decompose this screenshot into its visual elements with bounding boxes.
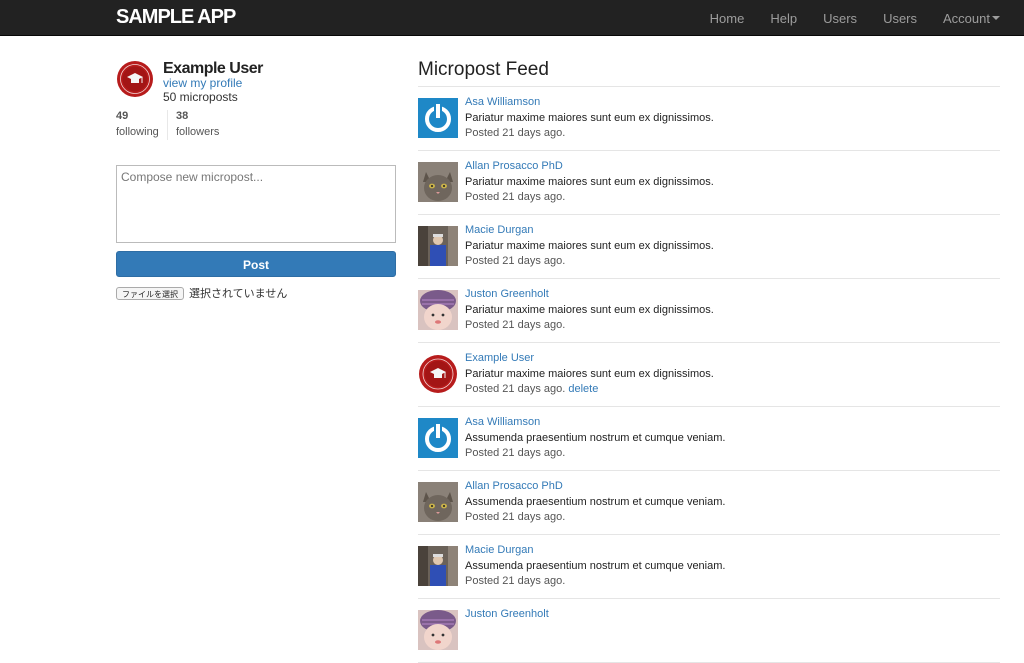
user-info: Example User view my profile 50 micropos…: [116, 60, 396, 110]
rails-badge-icon[interactable]: [418, 354, 458, 394]
file-picker: ファイルを選択 選択されていません: [116, 285, 287, 301]
file-status: 選択されていません: [189, 288, 288, 300]
post-timestamp-text: Posted 21 days ago.: [465, 575, 566, 587]
avatar[interactable]: [418, 546, 458, 586]
feed-item: Example User Pariatur maxime maiores sunt…: [418, 343, 1000, 407]
post-timestamp-text: Posted 21 days ago.: [465, 447, 566, 459]
post-timestamp-text: Posted 21 days ago.: [465, 319, 566, 331]
nav-account-label: Account: [943, 10, 990, 26]
avatar[interactable]: [418, 482, 458, 522]
avatar[interactable]: [418, 226, 458, 266]
post-timestamp: Posted 21 days ago. delete: [465, 383, 598, 395]
power-icon[interactable]: [418, 418, 458, 458]
post-timestamp: Posted 21 days ago.: [465, 127, 565, 139]
post-user-link[interactable]: Allan Prosacco PhD: [465, 160, 563, 172]
post-content: Pariatur maxime maiores sunt eum ex dign…: [465, 112, 714, 124]
post-content: Assumenda praesentium nostrum et cumque …: [465, 496, 726, 508]
nav-users-2[interactable]: Users: [883, 11, 917, 26]
post-content: Pariatur maxime maiores sunt eum ex dign…: [465, 368, 714, 380]
post-content: Assumenda praesentium nostrum et cumque …: [465, 560, 726, 572]
following-count: 49: [116, 110, 129, 122]
avatar[interactable]: [418, 354, 458, 394]
avatar[interactable]: [418, 418, 458, 458]
following-stat[interactable]: 49 following: [116, 110, 159, 138]
cat-photo-icon[interactable]: [418, 162, 458, 202]
post-user-link[interactable]: Asa Williamson: [465, 416, 540, 428]
feed-item: Asa Williamson Pariatur maxime maiores su…: [418, 87, 1000, 151]
post-timestamp: Posted 21 days ago.: [465, 575, 565, 587]
post-timestamp-text: Posted 21 days ago.: [465, 383, 566, 395]
compose-micropost-input[interactable]: [116, 165, 396, 243]
feed-item: Juston Greenholt Pariatur maxime maiores …: [418, 279, 1000, 343]
micropost-count: 50 microposts: [163, 90, 238, 104]
avatar[interactable]: [418, 98, 458, 138]
post-timestamp: Posted 21 days ago.: [465, 447, 565, 459]
post-user-link[interactable]: Allan Prosacco PhD: [465, 480, 563, 492]
feed-item: Allan Prosacco PhD Assumenda praesentium …: [418, 471, 1000, 535]
post-user-link[interactable]: Macie Durgan: [465, 224, 533, 236]
nav-links: Home Help Users Users Account: [684, 0, 1000, 36]
feed-item: Macie Durgan Pariatur maxime maiores sunt…: [418, 215, 1000, 279]
post-timestamp-text: Posted 21 days ago.: [465, 511, 566, 523]
avatar[interactable]: [418, 162, 458, 202]
person-photo-icon[interactable]: [418, 226, 458, 266]
post-timestamp-text: Posted 21 days ago.: [465, 191, 566, 203]
micropost-feed: Micropost Feed Asa Williamson Pariatur ma…: [418, 58, 1000, 663]
delete-post-link[interactable]: delete: [568, 383, 598, 395]
cat-photo-icon[interactable]: [418, 482, 458, 522]
baby-photo-icon[interactable]: [418, 610, 458, 650]
power-icon[interactable]: [418, 98, 458, 138]
post-user-link[interactable]: Macie Durgan: [465, 544, 533, 556]
feed-item: Macie Durgan Assumenda praesentium nostru…: [418, 535, 1000, 599]
person-photo-icon[interactable]: [418, 546, 458, 586]
nav-help[interactable]: Help: [770, 11, 797, 26]
post-timestamp-text: Posted 21 days ago.: [465, 127, 566, 139]
avatar[interactable]: [418, 290, 458, 330]
post-user-link[interactable]: Asa Williamson: [465, 96, 540, 108]
baby-photo-icon[interactable]: [418, 290, 458, 330]
feed-title: Micropost Feed: [418, 59, 549, 80]
following-label: following: [116, 126, 159, 138]
post-content: Pariatur maxime maiores sunt eum ex dign…: [465, 304, 714, 316]
app-logo[interactable]: SAMPLE APP: [116, 5, 236, 29]
post-timestamp-text: Posted 21 days ago.: [465, 255, 566, 267]
followers-label: followers: [176, 126, 220, 138]
stats: 49 following 38 followers: [116, 110, 396, 146]
post-user-link[interactable]: Juston Greenholt: [465, 608, 549, 620]
post-timestamp: Posted 21 days ago.: [465, 319, 565, 331]
post-content: Assumenda praesentium nostrum et cumque …: [465, 432, 726, 444]
stats-divider: [167, 110, 168, 140]
choose-file-button[interactable]: ファイルを選択: [116, 286, 184, 300]
avatar[interactable]: [418, 610, 458, 650]
post-timestamp: Posted 21 days ago.: [465, 511, 565, 523]
post-content: Pariatur maxime maiores sunt eum ex dign…: [465, 240, 714, 252]
nav-users[interactable]: Users: [823, 11, 857, 26]
nav-account-dropdown[interactable]: Account: [943, 11, 1000, 26]
feed-item: Asa Williamson Assumenda praesentium nost…: [418, 407, 1000, 471]
followers-stat[interactable]: 38 followers: [176, 110, 219, 138]
navbar: SAMPLE APP Home Help Users Users Account: [0, 0, 1024, 36]
feed-item: Allan Prosacco PhD Pariatur maxime maiore…: [418, 151, 1000, 215]
post-user-link[interactable]: Example User: [465, 352, 534, 364]
post-button[interactable]: Post: [116, 251, 396, 277]
post-content: Pariatur maxime maiores sunt eum ex dign…: [465, 176, 714, 188]
feed-list: Asa Williamson Pariatur maxime maiores su…: [418, 87, 1000, 663]
post-user-link[interactable]: Juston Greenholt: [465, 288, 549, 300]
rails-badge-icon[interactable]: [116, 60, 154, 98]
view-profile-link[interactable]: view my profile: [163, 76, 242, 90]
post-timestamp: Posted 21 days ago.: [465, 255, 565, 267]
post-timestamp: Posted 21 days ago.: [465, 191, 565, 203]
feed-item: Juston Greenholt: [418, 599, 1000, 663]
followers-count: 38: [176, 110, 189, 122]
sidebar: Example User view my profile 50 micropos…: [116, 60, 396, 300]
caret-down-icon: [992, 16, 1000, 20]
nav-home[interactable]: Home: [710, 11, 745, 26]
